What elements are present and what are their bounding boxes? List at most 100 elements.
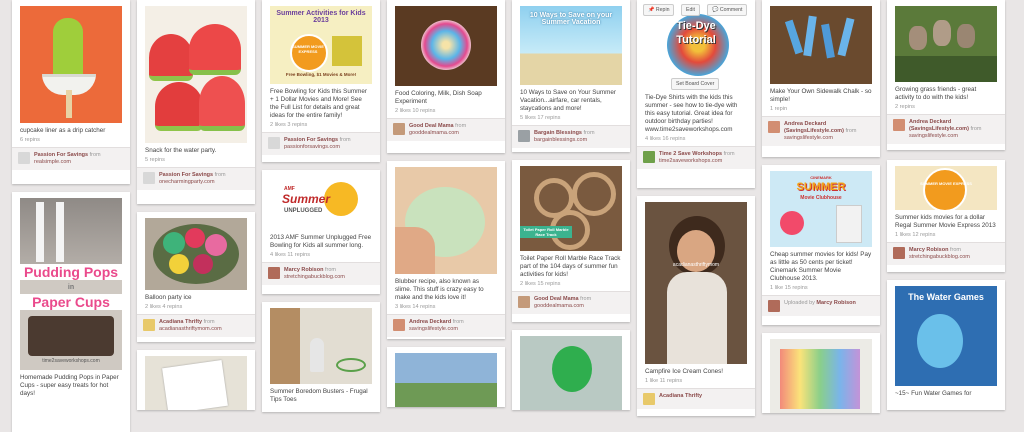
pin-image[interactable] <box>520 336 622 410</box>
avatar[interactable] <box>143 172 155 184</box>
pin-card[interactable]: acadianasthriftymom Campfire Ice Cream C… <box>637 196 755 416</box>
pin-image[interactable] <box>395 167 497 274</box>
avatar[interactable] <box>518 296 530 308</box>
avatar[interactable] <box>768 121 780 133</box>
pinner-name[interactable]: Bargain Blessings <box>534 130 582 136</box>
source-link[interactable]: savingslifestyle.com <box>784 135 833 141</box>
pin-image[interactable]: acadianasthriftymom <box>645 202 747 364</box>
pinner-name[interactable]: Marcy Robison <box>909 247 948 253</box>
avatar[interactable] <box>518 130 530 142</box>
pin-card[interactable]: CINEMARK SUMMER Movie Clubhouse Cheap su… <box>762 165 880 325</box>
source-link[interactable]: gooddealmama.com <box>534 303 584 309</box>
pinner-name[interactable]: Good Deal Mama <box>409 123 454 129</box>
comment-button[interactable]: 💬 Comment <box>707 4 748 16</box>
avatar[interactable] <box>268 137 280 149</box>
avatar[interactable] <box>268 267 280 279</box>
pin-image[interactable]: SUMMER MOVIE EXPRESS <box>895 166 997 210</box>
pin-card[interactable]: Summer Activities for Kids 2013 SUMMER M… <box>262 0 380 162</box>
pinner-name[interactable]: Andrea Deckard (SavingsLifestyle.com) <box>909 119 969 132</box>
pin-image[interactable]: Summer Activities for Kids 2013 SUMMER M… <box>270 6 372 84</box>
pinner-name[interactable]: Passion For Savings <box>34 152 88 158</box>
pin-image[interactable]: The Water Games <box>895 286 997 386</box>
source-link[interactable]: savingslifestyle.com <box>909 133 958 139</box>
pinner-name[interactable]: Acadiana Thrifty <box>159 319 202 325</box>
pin-stats: 5 likes 17 repins <box>520 115 561 121</box>
avatar[interactable] <box>893 119 905 131</box>
pin-image[interactable]: 10 Ways to Save on your Summer Vacation <box>520 6 622 85</box>
image-title: Summer Activities for Kids 2013 <box>276 10 366 24</box>
source-link[interactable]: passionforsavings.com <box>284 144 340 150</box>
pin-card[interactable]: Balloon party ice 2 likes 4 repins Acadi… <box>137 212 255 342</box>
pin-description: Blubber recipe, also known as slime. Thi… <box>395 278 484 301</box>
pin-card[interactable]: Growing grass friends - great activity t… <box>887 0 1005 150</box>
source-link[interactable]: bargainblessings.com <box>534 137 587 143</box>
pin-image[interactable] <box>145 356 247 410</box>
pin-card[interactable]: cupcake liner as a drip catcher 6 repins… <box>12 0 130 184</box>
source-link[interactable]: gooddealmama.com <box>409 130 459 136</box>
pinner-name[interactable]: Good Deal Mama <box>534 296 579 302</box>
pin-card[interactable]: Food Coloring, Milk, Dish Soap Experimen… <box>387 0 505 153</box>
set-board-cover-button[interactable]: Set Board Cover <box>671 78 720 90</box>
pin-card[interactable]: Snack for the water party. 5 repins Pass… <box>137 0 255 204</box>
avatar[interactable] <box>643 151 655 163</box>
avatar[interactable] <box>143 319 155 331</box>
pin-attribution: Marcy Robison from stretchingabuckblog.co… <box>887 242 1005 265</box>
image-watermark: time2saveworkshops.com <box>42 358 100 364</box>
pin-card[interactable]: Tie-Dye Tutorial Set Board Cover 📌 Repin… <box>637 0 755 188</box>
pin-image[interactable]: Tie-Dye Tutorial Set Board Cover <box>645 6 747 90</box>
pin-image[interactable] <box>270 308 372 384</box>
pin-image[interactable] <box>145 6 247 143</box>
source-link[interactable]: stretchingabuckblog.com <box>284 274 345 280</box>
pin-card[interactable] <box>512 330 630 410</box>
pin-image[interactable] <box>145 218 247 290</box>
pinner-name[interactable]: Andrea Deckard <box>409 319 451 325</box>
pin-card[interactable]: Toilet Paper Roll Marble Race Track Toil… <box>512 160 630 322</box>
pin-card[interactable] <box>387 347 505 407</box>
source-link[interactable]: time2saveworkshops.com <box>659 158 722 164</box>
pin-image[interactable]: Toilet Paper Roll Marble Race Track <box>520 166 622 251</box>
pin-card[interactable] <box>137 350 255 410</box>
pin-card[interactable]: SUMMER MOVIE EXPRESS Summer kids movies … <box>887 160 1005 272</box>
pinner-name[interactable]: Marcy Robison <box>816 300 855 306</box>
avatar[interactable] <box>768 300 780 312</box>
source-link[interactable]: savingslifestyle.com <box>409 326 458 332</box>
avatar[interactable] <box>643 393 655 405</box>
pin-description: Snack for the water party. <box>145 147 217 154</box>
pin-image[interactable] <box>770 6 872 84</box>
pinner-name[interactable]: Passion For Savings <box>159 172 213 178</box>
pinner-name[interactable]: Time 2 Save Workshops <box>659 151 722 157</box>
avatar[interactable] <box>393 123 405 135</box>
pin-description: Tie-Dye Shirts with the kids this summer… <box>645 94 738 133</box>
repin-button[interactable]: 📌 Repin <box>643 4 675 16</box>
pin-card[interactable]: AMF Summer UNPLUGGED 2013 AMF Summer Unp… <box>262 170 380 294</box>
pin-image[interactable]: Pudding Pops in Paper Cups time2savework… <box>20 198 122 370</box>
pinner-name[interactable]: Acadiana Thrifty <box>659 393 702 399</box>
pin-image[interactable]: AMF Summer UNPLUGGED <box>270 176 372 230</box>
source-link[interactable]: stretchingabuckblog.com <box>909 254 970 260</box>
pinner-name[interactable]: Passion For Savings <box>284 137 338 143</box>
source-link[interactable]: acadianasthriftymom.com <box>159 326 222 332</box>
pin-image[interactable] <box>770 339 872 413</box>
pin-image[interactable]: CINEMARK SUMMER Movie Clubhouse <box>770 171 872 247</box>
pin-card[interactable]: The Water Games ~15~ Fun Water Games for <box>887 280 1005 410</box>
avatar[interactable] <box>893 247 905 259</box>
pin-card[interactable]: Pudding Pops in Paper Cups time2savework… <box>12 192 130 432</box>
pin-image[interactable] <box>20 6 122 123</box>
pin-card[interactable]: Blubber recipe, also known as slime. Thi… <box>387 161 505 339</box>
pin-card[interactable]: Make Your Own Sidewalk Chalk - so simple… <box>762 0 880 157</box>
pinner-name[interactable]: Andrea Deckard (SavingsLifestyle.com) <box>784 121 844 134</box>
pin-description: 10 Ways to Save on Your Summer Vacation.… <box>520 89 617 112</box>
image-subtitle: Movie Clubhouse <box>800 195 842 201</box>
avatar[interactable] <box>393 319 405 331</box>
edit-button[interactable]: Edit <box>681 4 700 16</box>
pin-card[interactable] <box>762 333 880 413</box>
pin-image[interactable] <box>395 6 497 86</box>
pinner-name[interactable]: Marcy Robison <box>284 267 323 273</box>
pin-image[interactable] <box>395 353 497 407</box>
pin-card[interactable]: 10 Ways to Save on your Summer Vacation … <box>512 0 630 152</box>
pin-card[interactable]: Summer Boredom Busters - Frugal Tips Toe… <box>262 302 380 412</box>
avatar[interactable] <box>18 152 30 164</box>
pin-image[interactable] <box>895 6 997 82</box>
source-link[interactable]: onecharmingparty.com <box>159 179 215 185</box>
source-link[interactable]: realsimple.com <box>34 159 71 165</box>
